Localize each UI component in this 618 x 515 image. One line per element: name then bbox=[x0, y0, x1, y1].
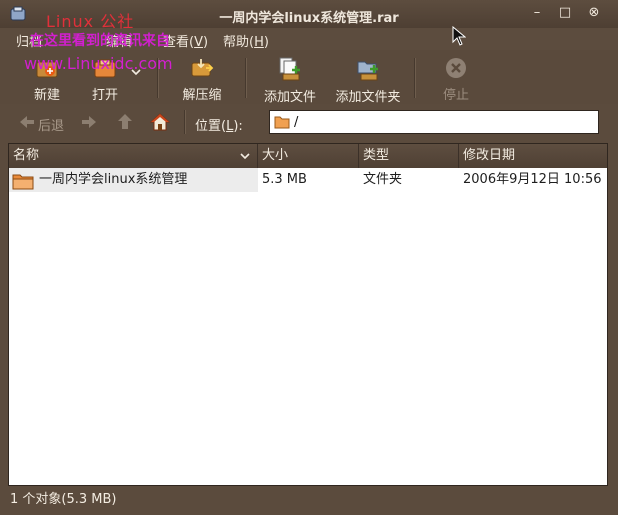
back-label: 后退 bbox=[38, 119, 65, 134]
back-arrow-icon bbox=[20, 116, 34, 128]
add-files-label: 添加文件 bbox=[263, 90, 316, 105]
folder-icon bbox=[12, 174, 34, 190]
column-header-type[interactable]: 类型 bbox=[359, 144, 459, 168]
extract-button[interactable]: 解压缩 bbox=[176, 50, 228, 104]
location-path: / bbox=[294, 115, 299, 130]
new-label: 新建 bbox=[33, 88, 60, 103]
forward-arrow-icon bbox=[82, 116, 96, 128]
column-header-size[interactable]: 大小 bbox=[258, 144, 359, 168]
add-files-button[interactable]: 添加文件 bbox=[262, 50, 318, 105]
home-button[interactable] bbox=[150, 112, 172, 134]
status-text: 1 个对象(5.3 MB) bbox=[10, 492, 117, 507]
forward-button[interactable] bbox=[80, 112, 100, 134]
cell-size: 5.3 MB bbox=[262, 172, 307, 187]
location-label: 位置(L): bbox=[195, 115, 243, 134]
cell-name[interactable]: 一周内学会linux系统管理 bbox=[9, 168, 258, 192]
back-button[interactable]: 后退 bbox=[18, 112, 68, 134]
toolbar-separator bbox=[245, 58, 247, 98]
menu-help-key: H bbox=[254, 35, 264, 50]
add-files-icon bbox=[279, 57, 300, 81]
column-size-label: 大小 bbox=[262, 148, 289, 163]
add-folder-icon bbox=[357, 61, 378, 81]
column-modified-label: 修改日期 bbox=[463, 148, 516, 163]
column-header-name[interactable]: 名称 bbox=[9, 144, 258, 168]
location-label-close: ): bbox=[233, 119, 243, 134]
column-header-modified[interactable]: 修改日期 bbox=[459, 144, 607, 168]
toolbar-separator bbox=[414, 58, 416, 98]
stop-icon bbox=[446, 58, 466, 78]
table-row[interactable]: 一周内学会linux系统管理 5.3 MB 文件夹 2006年9月12日 10:… bbox=[9, 168, 607, 192]
menu-view-key: V bbox=[194, 35, 203, 50]
maximize-icon[interactable]: □ bbox=[556, 4, 574, 22]
location-label-text: 位置( bbox=[195, 119, 227, 134]
cell-type: 文件夹 bbox=[363, 172, 403, 187]
location-input[interactable]: / bbox=[269, 110, 599, 134]
column-name-label: 名称 bbox=[13, 148, 40, 163]
menu-view-close: ) bbox=[202, 35, 209, 50]
watermark-subtitle: 在这里看到的资讯来自 bbox=[30, 33, 170, 49]
archive-manager-window: 一周内学会linux系统管理.rar – □ ⊗ 归档 编辑 查看(V) 帮助(… bbox=[0, 0, 618, 515]
menu-help[interactable]: 帮助(H) bbox=[223, 31, 269, 50]
stop-button[interactable]: 停止 bbox=[434, 50, 478, 104]
file-name: 一周内学会linux系统管理 bbox=[39, 172, 188, 187]
close-icon[interactable]: ⊗ bbox=[585, 4, 603, 22]
watermark-url: www.Linuxidc.com bbox=[24, 54, 173, 73]
home-icon bbox=[150, 113, 170, 131]
mouse-pointer-icon bbox=[452, 26, 466, 46]
watermark-title: Linux 公社 bbox=[46, 12, 135, 31]
extract-icon bbox=[191, 59, 214, 77]
extract-label: 解压缩 bbox=[182, 88, 222, 103]
add-folder-button[interactable]: 添加文件夹 bbox=[334, 50, 402, 105]
cell-modified: 2006年9月12日 10:56 bbox=[463, 172, 602, 187]
open-label: 打开 bbox=[91, 88, 118, 103]
add-folder-label: 添加文件夹 bbox=[335, 90, 401, 105]
list-header: 名称 大小 类型 修改日期 bbox=[9, 144, 607, 168]
menu-help-close: ) bbox=[263, 35, 269, 50]
up-button[interactable] bbox=[117, 112, 135, 134]
location-separator bbox=[184, 110, 186, 134]
file-list[interactable]: 名称 大小 类型 修改日期 一周内学会linux系统管理 5.3 MB 文件夹 … bbox=[8, 143, 608, 486]
status-bar: 1 个对象(5.3 MB) bbox=[0, 486, 618, 508]
location-bar: 后退 位置(L): / bbox=[0, 106, 618, 140]
up-arrow-icon bbox=[118, 114, 132, 129]
column-type-label: 类型 bbox=[363, 148, 390, 163]
minimize-icon[interactable]: – bbox=[528, 4, 546, 22]
sort-arrow-icon bbox=[240, 153, 250, 160]
menu-help-text: 帮助( bbox=[223, 35, 255, 50]
folder-icon bbox=[274, 116, 290, 129]
stop-label: 停止 bbox=[442, 88, 469, 103]
